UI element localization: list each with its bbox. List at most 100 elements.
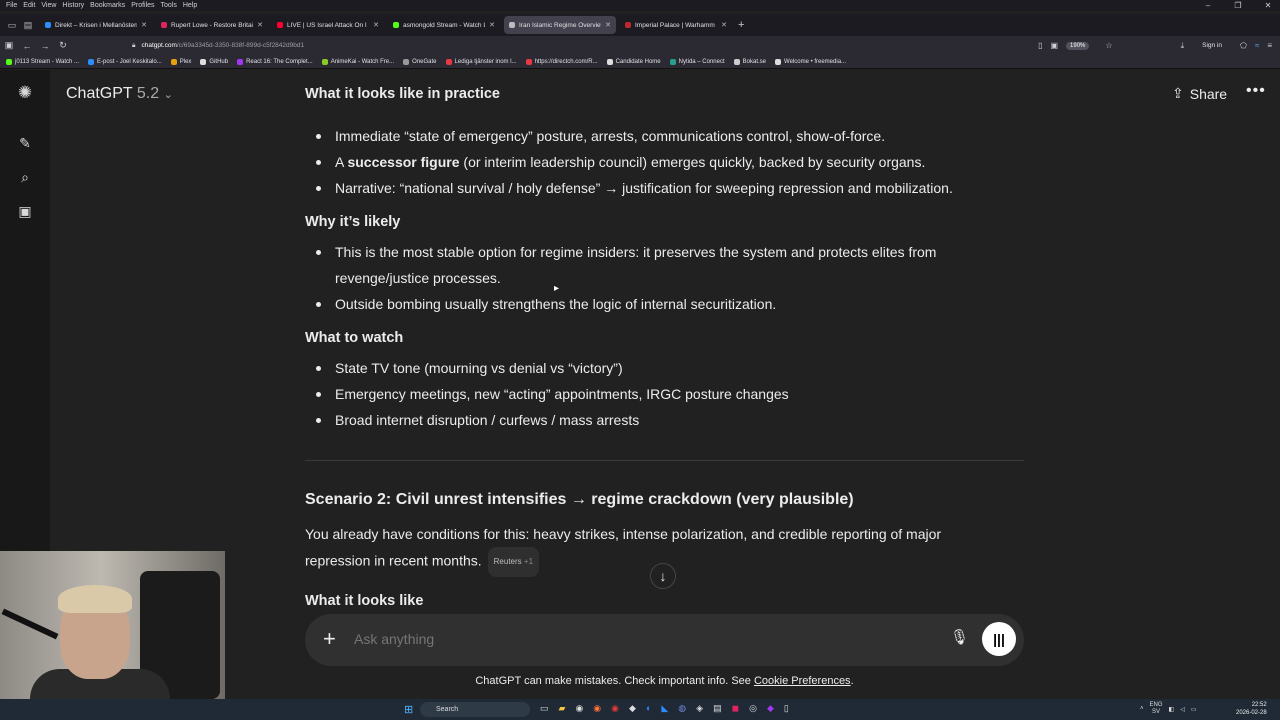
- list-text: A: [335, 154, 348, 170]
- menu-view[interactable]: View: [41, 2, 56, 9]
- browser-tab[interactable]: Direkt – Krisen i Mellanöstern ✕: [40, 16, 152, 34]
- new-tab-icon[interactable]: +: [738, 19, 744, 31]
- close-tab-icon[interactable]: ✕: [605, 21, 611, 29]
- menu-bookmarks[interactable]: Bookmarks: [90, 2, 125, 9]
- list-item: State TV tone (mourning vs denial vs “vi…: [335, 360, 623, 376]
- bookmark-item[interactable]: GitHub: [200, 58, 228, 65]
- tab-title: Imperial Palace | Warhamm: [635, 21, 715, 29]
- taskbar-search[interactable]: Search: [420, 702, 530, 717]
- sidebar-toggle-icon[interactable]: ▤: [20, 20, 36, 31]
- bookmark-item[interactable]: https://directch.com/R...: [525, 58, 598, 65]
- bookmark-item[interactable]: Plex: [170, 58, 191, 65]
- forward-icon[interactable]: →: [36, 41, 54, 51]
- download-icon[interactable]: ⤓: [1181, 41, 1185, 51]
- tab-favicon: [277, 22, 283, 28]
- model-selector[interactable]: ChatGPT 5.2 ⌄: [66, 85, 173, 103]
- menu-help[interactable]: Help: [183, 2, 197, 9]
- menu-tools[interactable]: Tools: [161, 2, 177, 9]
- openai-logo-icon[interactable]: ✺: [16, 84, 34, 102]
- notepad-icon[interactable]: ▯: [784, 703, 789, 714]
- battery-icon[interactable]: ▭: [1191, 706, 1197, 713]
- language-indicator[interactable]: ENG SV: [1150, 702, 1163, 716]
- zoom-level[interactable]: 190%: [1066, 41, 1090, 50]
- sign-in-button[interactable]: Sign in: [1202, 42, 1222, 49]
- section-divider: [305, 460, 1024, 461]
- task-view-icon[interactable]: ▭: [540, 703, 549, 714]
- tab-title: Direkt – Krisen i Mellanöstern: [55, 21, 138, 29]
- close-tab-icon[interactable]: ✕: [257, 21, 263, 29]
- new-chat-icon[interactable]: ✎: [16, 134, 34, 152]
- bookmark-item[interactable]: OneGate: [403, 58, 437, 65]
- bookmark-item[interactable]: Nytida – Connect: [669, 58, 725, 65]
- app-menu-icon[interactable]: ≡: [1267, 41, 1272, 50]
- library-icon[interactable]: ▣: [16, 202, 34, 220]
- app-icon[interactable]: ◎: [749, 703, 757, 714]
- bookmark-item[interactable]: Candidate Home: [606, 58, 661, 65]
- taskbar-clock[interactable]: 22:52 2026-02-28: [1236, 701, 1267, 717]
- discord-icon[interactable]: ◍: [678, 703, 686, 714]
- plus-icon[interactable]: +: [323, 626, 336, 652]
- share-button[interactable]: ⇪ Share: [1172, 85, 1227, 102]
- media-icon[interactable]: ▤: [713, 703, 722, 714]
- microphone-icon[interactable]: 🎙︎: [950, 628, 969, 646]
- section-heading: What to watch: [305, 330, 404, 346]
- app-icon[interactable]: ◆: [767, 703, 774, 714]
- edge-icon[interactable]: ◐: [646, 703, 651, 714]
- source-citation-chip[interactable]: Reuters +1: [487, 547, 540, 577]
- tab-favicon: [161, 22, 167, 28]
- tab-overview-icon[interactable]: ▭: [4, 20, 20, 31]
- windows-start-icon[interactable]: ⊞: [404, 703, 413, 716]
- bookmark-item[interactable]: Bokat.se: [733, 58, 766, 65]
- more-options-icon[interactable]: •••: [1246, 82, 1266, 100]
- file-explorer-icon[interactable]: ▰: [559, 703, 566, 714]
- steam-icon[interactable]: ◆: [629, 703, 636, 714]
- browser-tab[interactable]: Imperial Palace | Warhamm ✕: [620, 16, 732, 34]
- prompt-input[interactable]: [354, 631, 914, 647]
- close-tab-icon[interactable]: ✕: [141, 21, 147, 29]
- chrome-alt-icon[interactable]: ◉: [611, 703, 619, 714]
- bookmark-item[interactable]: Welcome • freemedia...: [775, 58, 846, 65]
- search-icon[interactable]: ⌕: [16, 168, 34, 186]
- browser-tab[interactable]: Rupert Lowe - Restore Britain ✕: [156, 16, 268, 34]
- browser-tab[interactable]: asmongold Stream - Watch Liv ✕: [388, 16, 500, 34]
- vscode-icon[interactable]: ◣: [661, 703, 668, 714]
- close-window-icon[interactable]: ✕: [1256, 0, 1280, 11]
- clock-time: 22:52: [1251, 702, 1267, 708]
- address-bar[interactable]: 🔒︎ chatgpt.com/c/69a3345d-3350-838f-899d…: [132, 42, 1038, 50]
- firefox-icon[interactable]: ◉: [593, 703, 601, 714]
- picture-icon[interactable]: ▣: [1050, 41, 1058, 50]
- network-icon[interactable]: ◧: [1169, 706, 1175, 713]
- close-tab-icon[interactable]: ✕: [373, 21, 379, 29]
- bookmark-star-icon[interactable]: ☆: [1105, 41, 1112, 50]
- menu-history[interactable]: History: [62, 2, 84, 9]
- bookmark-item[interactable]: E-post - Joel Keskitalo...: [88, 58, 162, 65]
- bookmark-item[interactable]: React 16: The Complet...: [237, 58, 313, 65]
- cookie-preferences-link[interactable]: Cookie Preferences: [754, 675, 851, 687]
- close-tab-icon[interactable]: ✕: [721, 21, 727, 29]
- voice-mode-button[interactable]: |||: [982, 622, 1016, 656]
- browser-tab-active[interactable]: Iran Islamic Regime Overview ✕: [504, 16, 616, 34]
- waveform-icon: |||: [993, 631, 1005, 647]
- tray-chevron-icon[interactable]: ˄: [1140, 706, 1144, 712]
- menu-file[interactable]: File: [6, 2, 17, 9]
- app-icon[interactable]: ◈: [696, 703, 703, 714]
- app-icon[interactable]: ◼: [732, 703, 739, 714]
- scroll-down-button[interactable]: ↓: [650, 563, 676, 589]
- browser-tab[interactable]: LIVE | US Israel Attack On I ✕: [272, 16, 384, 34]
- extension-icon[interactable]: ≈: [1255, 41, 1259, 50]
- restore-icon[interactable]: ❐: [1226, 0, 1250, 11]
- extensions-icon[interactable]: ⬠: [1240, 41, 1247, 50]
- menu-edit[interactable]: Edit: [23, 2, 35, 9]
- bookmark-item[interactable]: j0113 Stream - Watch ...: [6, 58, 79, 65]
- bookmark-item[interactable]: Lediga tjänster inom l...: [445, 58, 517, 65]
- sidebar-icon[interactable]: ▣: [0, 40, 18, 51]
- volume-icon[interactable]: ◁: [1180, 706, 1185, 713]
- reader-view-icon[interactable]: ▯: [1038, 41, 1042, 50]
- close-tab-icon[interactable]: ✕: [489, 21, 495, 29]
- menu-profiles[interactable]: Profiles: [131, 2, 154, 9]
- chrome-icon[interactable]: ◉: [575, 703, 583, 714]
- back-icon[interactable]: ←: [18, 41, 36, 51]
- minimize-icon[interactable]: –: [1196, 0, 1220, 11]
- bookmark-item[interactable]: AnimeKai - Watch Fre...: [321, 58, 394, 65]
- reload-icon[interactable]: ↻: [54, 40, 72, 51]
